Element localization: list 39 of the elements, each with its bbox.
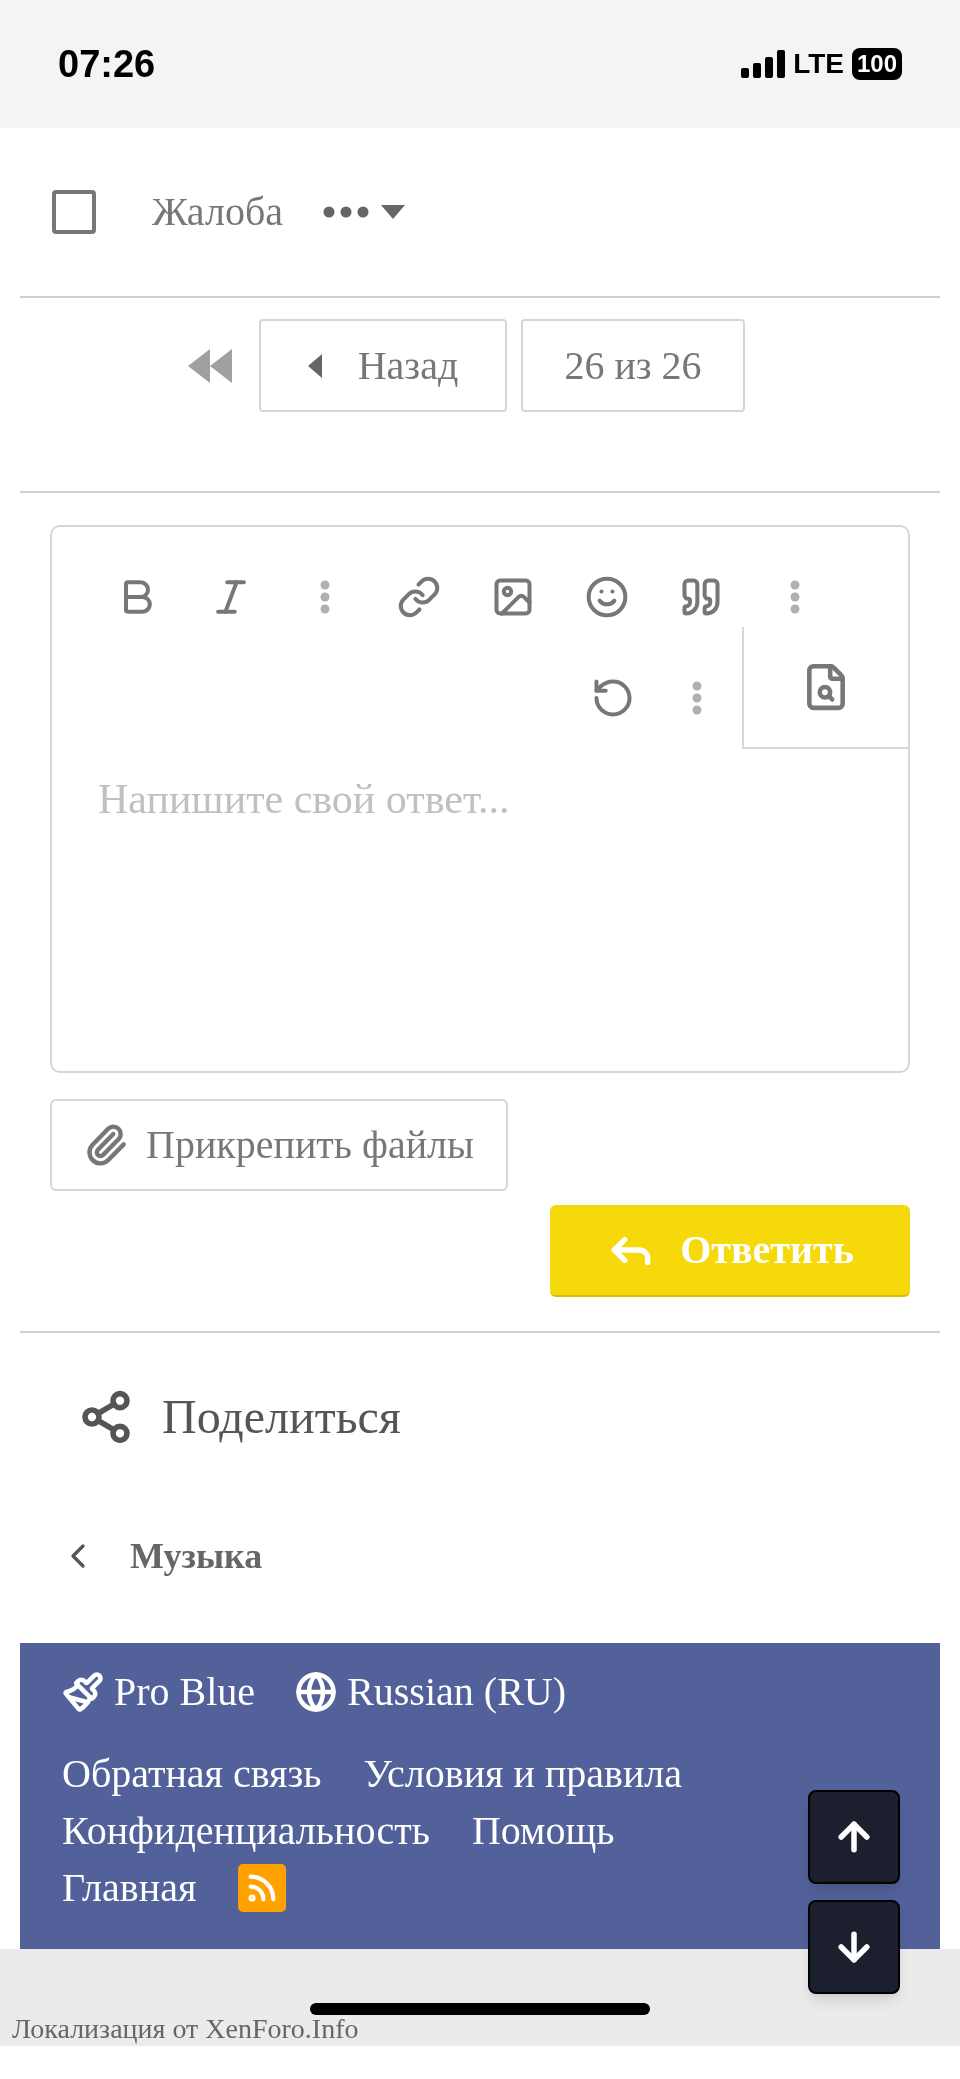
globe-icon xyxy=(295,1671,338,1713)
status-time: 07:26 xyxy=(58,41,156,87)
ellipsis-icon xyxy=(323,206,369,218)
vertical-dots-icon xyxy=(320,580,330,614)
page-indicator-button[interactable]: 26 из 26 xyxy=(521,319,745,412)
battery-level: 100 xyxy=(851,48,902,80)
report-link[interactable]: Жалоба xyxy=(152,182,283,242)
more-menu-button[interactable] xyxy=(323,205,405,219)
credit-text: Локализация от XenForo.Info xyxy=(12,2013,359,2045)
footer-link[interactable]: Обратная связь xyxy=(62,1745,322,1802)
select-checkbox[interactable] xyxy=(52,190,96,234)
footer-link[interactable]: Главная xyxy=(62,1859,197,1916)
double-arrow-icon xyxy=(188,348,232,383)
quote-icon xyxy=(679,575,723,619)
paintbrush-icon xyxy=(62,1671,104,1713)
back-button[interactable]: Назад xyxy=(259,319,507,412)
paperclip-icon xyxy=(84,1123,128,1167)
network-label: LTE xyxy=(793,47,844,81)
vertical-dots-icon xyxy=(790,580,800,614)
preview-button[interactable] xyxy=(742,627,908,749)
caret-left-icon xyxy=(307,353,322,378)
smiley-icon xyxy=(585,575,629,619)
share-heading: Поделиться xyxy=(162,1389,401,1445)
footer-link[interactable]: Условия и правила xyxy=(363,1745,683,1802)
footer-link[interactable]: Помощь xyxy=(471,1802,615,1859)
image-icon xyxy=(491,575,535,619)
reply-input[interactable]: Напишите свой ответ... xyxy=(98,769,862,829)
language-chooser-link[interactable]: Russian (RU) xyxy=(295,1662,566,1722)
scroll-top-button[interactable] xyxy=(808,1790,900,1884)
rss-button[interactable] xyxy=(238,1863,287,1912)
footer-link[interactable]: Конфиденциальность xyxy=(62,1802,430,1859)
scroll-bottom-button[interactable] xyxy=(808,1900,900,1994)
caret-icon xyxy=(381,205,405,219)
style-chooser-link[interactable]: Pro Blue xyxy=(62,1662,256,1722)
signal-icon xyxy=(741,50,786,78)
attach-files-button[interactable]: Прикрепить файлы xyxy=(50,1099,508,1191)
breadcrumb-link[interactable]: Музыка xyxy=(130,1529,263,1583)
vertical-dots-icon xyxy=(692,681,702,715)
link-icon xyxy=(397,575,441,619)
